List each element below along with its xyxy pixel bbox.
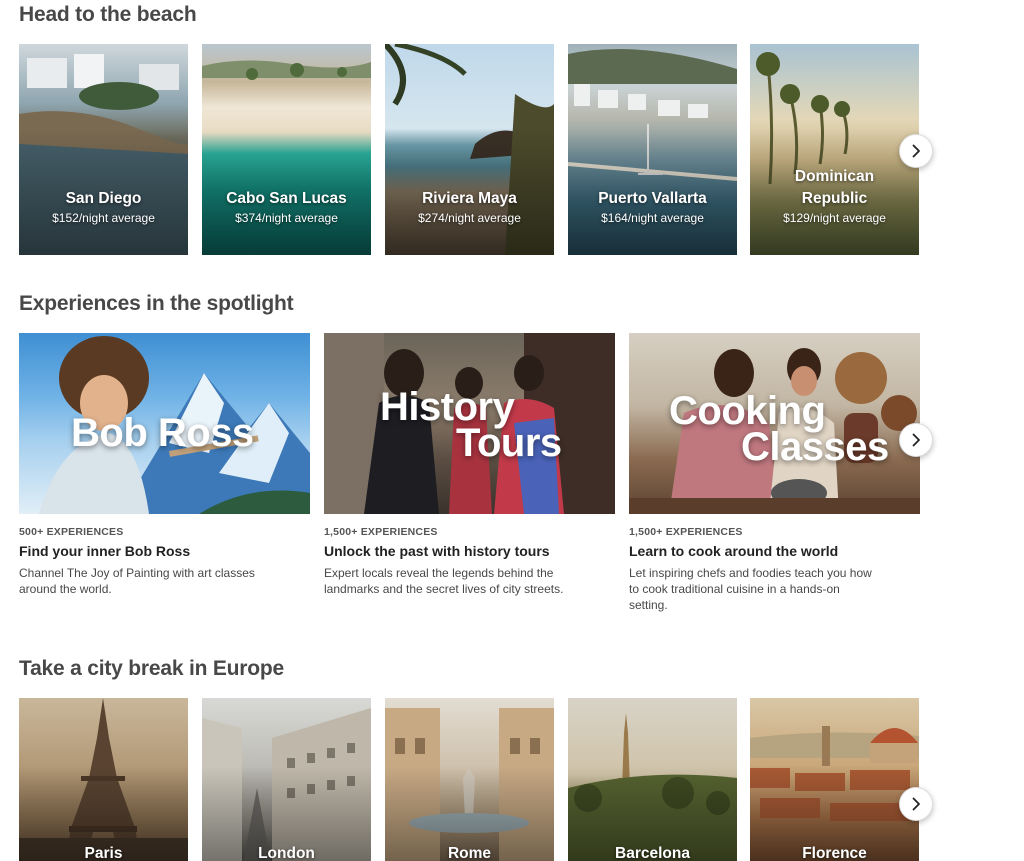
beach-tile-cabo-san-lucas[interactable]: Cabo San Lucas $374/night average [202, 44, 371, 255]
tile-caption: London [202, 843, 371, 861]
experience-image-history-tours[interactable]: History Tours [324, 333, 615, 514]
beach-tile-san-diego[interactable]: San Diego $152/night average [19, 44, 188, 255]
europe-tile-city: London [258, 845, 315, 861]
beach-tile-price: $152/night average [52, 211, 155, 225]
beach-tile-riviera-maya[interactable]: Riviera Maya $274/night average [385, 44, 554, 255]
beach-section-title: Head to the beach [19, 3, 197, 26]
europe-carousel: Paris London Rome Barcelona Florence [19, 698, 934, 861]
tile-caption: Rome [385, 843, 554, 861]
experience-image-bob-ross[interactable]: Bob Ross [19, 333, 310, 514]
experience-title[interactable]: Unlock the past with history tours [324, 543, 550, 559]
experience-card-cooking-classes: Cooking Classes 1,500+ EXPERIENCES Learn… [629, 333, 920, 612]
experience-title[interactable]: Find your inner Bob Ross [19, 543, 190, 559]
chevron-right-icon [912, 144, 920, 158]
experience-title[interactable]: Learn to cook around the world [629, 543, 838, 559]
experience-description: Expert locals reveal the legends behind … [324, 566, 564, 596]
beach-tile-city: Dominican Republic [794, 168, 875, 207]
europe-tile-city: Florence [802, 845, 867, 861]
europe-tile-london[interactable]: London [202, 698, 371, 861]
experience-description: Let inspiring chefs and foodies teach yo… [629, 566, 872, 612]
experience-overlay-line1: Bob Ross [71, 411, 254, 455]
beach-tile-city: San Diego [65, 190, 142, 207]
europe-tile-rome[interactable]: Rome [385, 698, 554, 861]
europe-section-title: Take a city break in Europe [19, 657, 284, 680]
experience-count: 1,500+ EXPERIENCES [629, 526, 743, 538]
tile-caption: Dominican Republic $129/night average [750, 166, 919, 226]
tile-caption: Cabo San Lucas $374/night average [202, 188, 371, 226]
beach-tile-city: Riviera Maya [422, 190, 517, 207]
tile-caption: Florence [750, 843, 919, 861]
europe-tile-florence[interactable]: Florence [750, 698, 919, 861]
beach-tile-price: $374/night average [235, 211, 338, 225]
beach-tile-city: Cabo San Lucas [226, 190, 347, 207]
experiences-section-title: Experiences in the spotlight [19, 292, 294, 315]
beach-tile-price: $129/night average [783, 211, 886, 225]
europe-tile-city: Barcelona [615, 845, 690, 861]
tile-caption: Puerto Vallarta $164/night average [568, 188, 737, 226]
tile-caption: San Diego $152/night average [19, 188, 188, 226]
europe-tile-barcelona[interactable]: Barcelona [568, 698, 737, 861]
experience-count: 500+ EXPERIENCES [19, 526, 124, 538]
experience-overlay-line1: Cooking [669, 389, 826, 433]
europe-tile-city: Paris [84, 845, 123, 861]
experience-image-cooking-classes[interactable]: Cooking Classes [629, 333, 920, 514]
europe-tile-paris[interactable]: Paris [19, 698, 188, 861]
experience-card-bob-ross: Bob Ross 500+ EXPERIENCES Find your inne… [19, 333, 310, 596]
page: Head to the beach San Diego $152/night a… [0, 0, 1024, 861]
tile-caption: Paris [19, 843, 188, 861]
beach-tile-puerto-vallarta[interactable]: Puerto Vallarta $164/night average [568, 44, 737, 255]
experiences-next-button[interactable] [899, 423, 933, 457]
beach-next-button[interactable] [899, 134, 933, 168]
experience-overlay-line2: Tours [456, 421, 562, 465]
chevron-right-icon [912, 797, 920, 811]
europe-next-button[interactable] [899, 787, 933, 821]
beach-tile-dominican-republic[interactable]: Dominican Republic $129/night average [750, 44, 919, 255]
experience-card-history-tours: History Tours 1,500+ EXPERIENCES Unlock … [324, 333, 615, 596]
beach-tile-city: Puerto Vallarta [598, 190, 707, 207]
beach-tile-price: $274/night average [418, 211, 521, 225]
experience-overlay-line2: Classes [741, 425, 889, 469]
beach-tile-price: $164/night average [601, 211, 704, 225]
experience-count: 1,500+ EXPERIENCES [324, 526, 438, 538]
chevron-right-icon [912, 433, 920, 447]
tile-caption: Riviera Maya $274/night average [385, 188, 554, 226]
tile-caption: Barcelona [568, 843, 737, 861]
experience-description: Channel The Joy of Painting with art cla… [19, 566, 255, 596]
beach-carousel: San Diego $152/night average Cabo San Lu… [19, 44, 934, 255]
experience-overlay-line1: History [380, 385, 515, 429]
europe-tile-city: Rome [447, 845, 492, 861]
